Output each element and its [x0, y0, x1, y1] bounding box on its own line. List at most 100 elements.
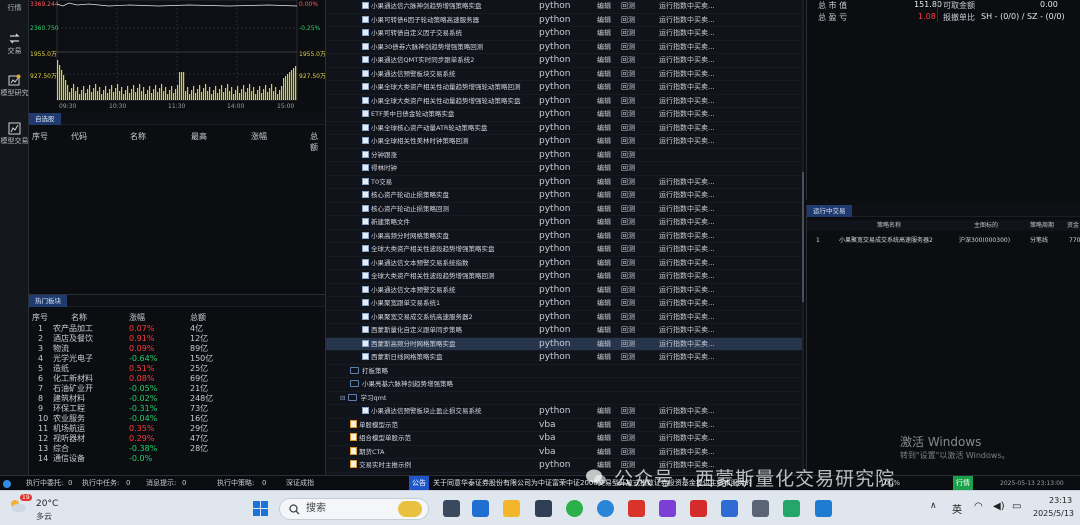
backtest-link[interactable]: 回测	[621, 135, 635, 149]
backtest-link[interactable]: 回测	[621, 338, 635, 352]
run-status[interactable]: 运行指数中买卖...	[659, 54, 715, 68]
clock-date[interactable]: 2025/5/13	[1033, 509, 1074, 518]
strategy-row[interactable]: 小果聚宽交易成交系统高速服务器2 python 编辑 回测 运行指数中买卖...	[326, 311, 804, 325]
run-status[interactable]: 运行指数中买卖...	[659, 0, 715, 14]
run-status[interactable]: 运行指数中买卖...	[659, 189, 715, 203]
backtest-link[interactable]: 回测	[621, 270, 635, 284]
edit-link[interactable]: 编辑	[597, 135, 611, 149]
hot-row[interactable]: 13 综合 -0.38% 28亿	[29, 444, 325, 454]
edit-link[interactable]: 编辑	[597, 122, 611, 136]
input-language[interactable]: 英	[952, 501, 962, 516]
strategy-row[interactable]: 全球大类资产相关性波段趋势增强策略回测 python 编辑 回测 运行指数中买卖...	[326, 270, 804, 284]
vscode-icon[interactable]	[815, 500, 832, 517]
strategy-row[interactable]: 小果可转债自定义因子交易系统 python 编辑 回测 运行指数中买卖...	[326, 27, 804, 41]
run-status[interactable]: 运行指数中买卖...	[659, 351, 715, 365]
edit-link[interactable]: 编辑	[597, 297, 611, 311]
edit-link[interactable]: 编辑	[597, 432, 611, 446]
backtest-link[interactable]: 回测	[621, 108, 635, 122]
backtest-link[interactable]: 回测	[621, 311, 635, 325]
edit-link[interactable]: 编辑	[597, 41, 611, 55]
wps-icon[interactable]	[628, 500, 645, 517]
edit-link[interactable]: 编辑	[597, 162, 611, 176]
col-amount[interactable]: 总额	[310, 131, 325, 153]
col-amount[interactable]: 总额	[190, 312, 206, 323]
task-view-icon[interactable]	[443, 500, 460, 517]
edit-link[interactable]: 编辑	[597, 324, 611, 338]
hot-row[interactable]: 6 化工新材料 0.08% 69亿	[29, 374, 325, 384]
edit-link[interactable]: 编辑	[597, 81, 611, 95]
run-status[interactable]: 运行指数中买卖...	[659, 176, 715, 190]
strategy-row[interactable]: 西蒙斯日线网格策略实盘 python 编辑 回测 运行指数中买卖...	[326, 351, 804, 365]
strategy-row[interactable]: 西蒙斯高频分时网格策略实盘 python 编辑 回测 运行指数中买卖...	[326, 337, 804, 352]
hot-row[interactable]: 1 农产品加工 0.07% 4亿	[29, 324, 325, 334]
edit-link[interactable]: 编辑	[597, 311, 611, 325]
run-status[interactable]: 运行指数中买卖...	[659, 81, 715, 95]
backtest-link[interactable]: 回测	[621, 446, 635, 460]
strategy-row[interactable]: 小果全球大类资产相关性动量趋势增强轮动策略回测 python 编辑 回测 运行指数中买卖…	[326, 81, 804, 95]
backtest-link[interactable]: 回测	[621, 54, 635, 68]
col-code[interactable]: 代码	[71, 131, 87, 142]
col-change[interactable]: 涨幅	[251, 131, 267, 142]
strategy-row[interactable]: 核心资产轮动止损策略回测 python 编辑 回测 运行指数中买卖...	[326, 203, 804, 217]
app-icon-gray[interactable]	[752, 500, 769, 517]
wechat-app-icon[interactable]	[566, 500, 583, 517]
edit-link[interactable]: 编辑	[597, 149, 611, 163]
strategy-row[interactable]: 西蒙斯量化自定义跟单同步策略 python 编辑 回测 运行指数中买卖...	[326, 324, 804, 338]
edit-link[interactable]: 编辑	[597, 14, 611, 28]
tab-watchlist[interactable]: 自选股	[29, 113, 61, 125]
hot-row[interactable]: 5 造纸 0.51% 25亿	[29, 364, 325, 374]
hot-row[interactable]: 10 农业服务 -0.04% 16亿	[29, 414, 325, 424]
app-icon-red[interactable]	[690, 500, 707, 517]
backtest-link[interactable]: 回测	[621, 351, 635, 365]
taskbar-search[interactable]: 搜索	[279, 498, 429, 520]
backtest-link[interactable]: 回测	[621, 203, 635, 217]
col-target[interactable]: 主图标的	[974, 220, 998, 231]
backtest-link[interactable]: 回测	[621, 81, 635, 95]
backtest-link[interactable]: 回测	[621, 257, 635, 271]
battery-icon[interactable]: ▭	[1012, 501, 1021, 512]
hot-row[interactable]: 7 石油矿业开 -0.05% 21亿	[29, 384, 325, 394]
backtest-link[interactable]: 回测	[621, 189, 635, 203]
edge-icon[interactable]	[597, 500, 614, 517]
weather-widget[interactable]: 19 20°C 多云	[6, 494, 66, 522]
messages-label[interactable]: 消息提示:	[146, 476, 176, 491]
strategy-row[interactable]: 单股模型示范 vba 编辑 回测 运行指数中买卖...	[326, 419, 804, 433]
start-button[interactable]	[252, 500, 269, 517]
col-high[interactable]: 最高	[191, 131, 207, 142]
run-status[interactable]: 运行指数中买卖...	[659, 419, 715, 433]
edit-link[interactable]: 编辑	[597, 405, 611, 419]
running-row[interactable]: 1 小果聚宽交易成交系统高速服务器2 沪深300(000300) 分笔线 770…	[807, 235, 1080, 246]
strategy-row[interactable]: 小果高频分时网格策略实盘 python 编辑 回测 运行指数中买卖...	[326, 230, 804, 243]
file-explorer-icon[interactable]	[503, 500, 520, 517]
intraday-chart[interactable]: 3369.244 2360.750 1955.0万 927.50万 0.00% …	[29, 0, 326, 113]
tab-running[interactable]: 运行中交易	[807, 205, 852, 217]
strategy-row[interactable]: 小果全球核心资产动量ATR轮动策略实盘 python 编辑 回测 运行指数中买卖...	[326, 122, 804, 136]
strategy-row[interactable]: 得林时钟 python 编辑 回测	[326, 162, 804, 176]
backtest-link[interactable]: 回测	[621, 122, 635, 136]
edit-link[interactable]: 编辑	[597, 95, 611, 109]
edit-link[interactable]: 编辑	[597, 446, 611, 460]
tab-hot-sectors[interactable]: 热门板块	[29, 295, 67, 307]
run-status[interactable]: 运行指数中买卖...	[659, 216, 715, 230]
col-no[interactable]: 序号	[32, 131, 48, 142]
backtest-link[interactable]: 回测	[621, 176, 635, 190]
edit-link[interactable]: 编辑	[597, 270, 611, 284]
notes-icon[interactable]	[721, 500, 738, 517]
hot-row[interactable]: 8 建筑材料 -0.02% 248亿	[29, 394, 325, 404]
nav-research[interactable]: 模型研究	[0, 74, 29, 98]
nav-trade[interactable]: 交易	[0, 32, 29, 56]
edit-link[interactable]: 编辑	[597, 189, 611, 203]
run-status[interactable]: 运行指数中买卖...	[659, 135, 715, 149]
nav-quote[interactable]: 行情	[0, 4, 29, 13]
hot-row[interactable]: 2 酒店及餐饮 0.91% 12亿	[29, 334, 325, 344]
strategy-row[interactable]: 小果通达信六脉神剑趋势增强策略实盘 python 编辑 回测 运行指数中买卖...	[326, 0, 804, 14]
backtest-link[interactable]: 回测	[621, 405, 635, 419]
run-status[interactable]: 运行指数中买卖...	[659, 122, 715, 136]
edit-link[interactable]: 编辑	[597, 176, 611, 190]
col-capital[interactable]: 资金	[1067, 220, 1079, 231]
hot-row[interactable]: 3 物流 0.09% 89亿	[29, 344, 325, 354]
run-status[interactable]: 运行指数中买卖...	[659, 270, 715, 284]
run-status[interactable]: 运行指数中买卖...	[659, 27, 715, 41]
strategy-row[interactable]: ⊟ 学习qmt	[326, 392, 804, 405]
strategy-row[interactable]: 小果通达信预警板块止盈止损交易系统 python 编辑 回测 运行指数中买卖...	[326, 405, 804, 419]
